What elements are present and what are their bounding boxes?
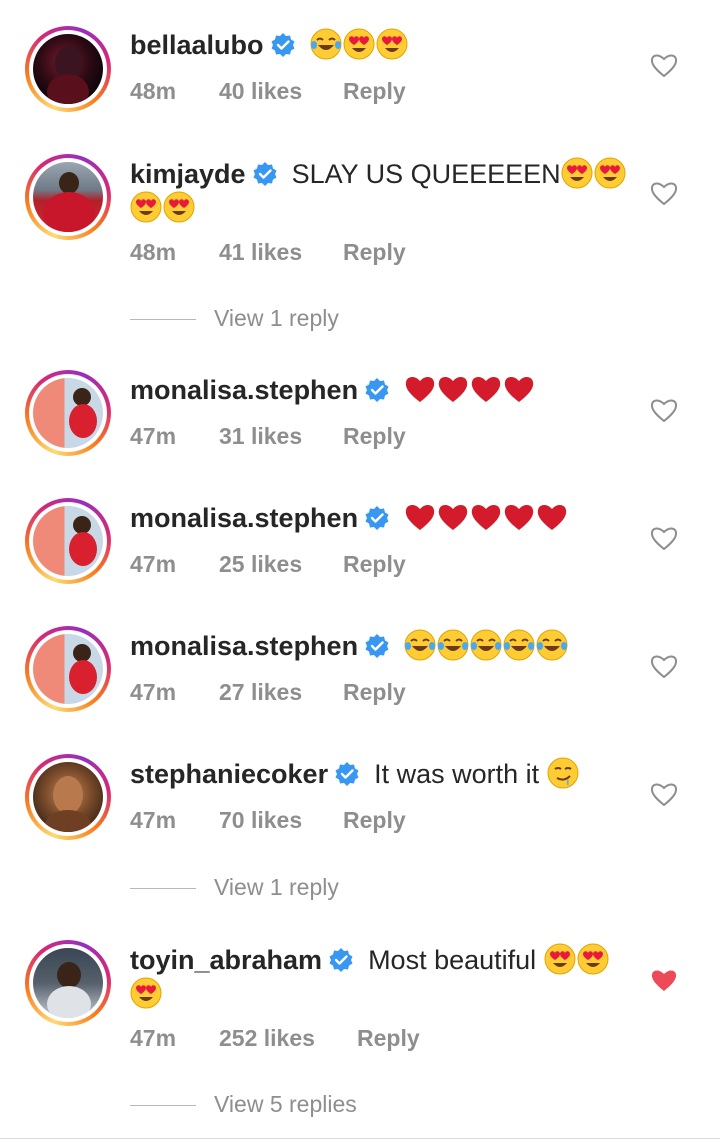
- like-heart-icon[interactable]: [650, 653, 678, 679]
- verified-badge-icon: [364, 505, 390, 531]
- tears-of-joy-emoji-icon: [470, 629, 503, 661]
- verified-badge-icon: [364, 633, 390, 659]
- verified-badge-icon: [334, 761, 360, 787]
- verified-badge-icon: [269, 32, 296, 58]
- red-heart-emoji-icon: [405, 504, 435, 530]
- comment-likes[interactable]: 25 likes: [219, 551, 302, 578]
- heart-eyes-emoji-icon: [577, 943, 609, 975]
- view-replies-label: View 5 replies: [214, 1091, 357, 1117]
- comment-text: SLAY US QUEEEEEN: [291, 159, 561, 189]
- avatar[interactable]: [25, 498, 111, 584]
- like-heart-icon[interactable]: [650, 397, 678, 423]
- divider: [130, 888, 196, 889]
- red-heart-emoji-icon: [405, 376, 435, 402]
- heart-eyes-emoji-icon: [594, 157, 626, 189]
- comment-username[interactable]: monalisa.stephen: [130, 631, 358, 661]
- comment-text: Most beautiful: [368, 945, 537, 975]
- tears-of-joy-emoji-icon: [437, 629, 470, 661]
- avatar[interactable]: [25, 370, 111, 456]
- reply-button[interactable]: Reply: [343, 78, 406, 105]
- comment-text: It was worth it: [374, 759, 540, 789]
- comment-time: 47m: [130, 551, 177, 577]
- comment-likes[interactable]: 40 likes: [219, 78, 302, 105]
- avatar[interactable]: [25, 940, 111, 1026]
- verified-badge-icon: [364, 377, 390, 403]
- tears-of-joy-emoji-icon: [404, 629, 437, 661]
- comment-time: 48m: [130, 78, 177, 104]
- comment-username[interactable]: monalisa.stephen: [130, 375, 358, 405]
- heart-eyes-emoji-icon: [130, 191, 162, 223]
- reply-button[interactable]: Reply: [343, 679, 406, 706]
- comment-time: 47m: [130, 423, 177, 449]
- view-replies-button[interactable]: View 1 reply: [130, 874, 530, 904]
- heart-eyes-emoji-icon: [343, 28, 375, 60]
- reply-button[interactable]: Reply: [357, 1025, 420, 1052]
- red-heart-emoji-icon: [438, 504, 468, 530]
- avatar[interactable]: [25, 626, 111, 712]
- tears-of-joy-emoji-icon: [309, 28, 342, 60]
- verified-badge-icon: [328, 947, 354, 973]
- view-replies-button[interactable]: View 1 reply: [130, 305, 530, 335]
- heart-eyes-emoji-icon: [544, 943, 576, 975]
- drooling-face-emoji-icon: [546, 757, 579, 789]
- view-replies-button[interactable]: View 5 replies: [130, 1091, 530, 1121]
- avatar[interactable]: [25, 754, 111, 840]
- tears-of-joy-emoji-icon: [503, 629, 536, 661]
- heart-eyes-emoji-icon: [376, 28, 408, 60]
- like-heart-icon[interactable]: [650, 781, 678, 807]
- avatar[interactable]: [25, 154, 111, 240]
- comment-time: 47m: [130, 1025, 177, 1051]
- comment-likes[interactable]: 252 likes: [219, 1025, 315, 1052]
- like-heart-icon[interactable]: [650, 525, 678, 551]
- divider: [130, 319, 196, 320]
- comment-likes[interactable]: 31 likes: [219, 423, 302, 450]
- like-heart-icon[interactable]: [650, 52, 678, 78]
- red-heart-emoji-icon: [537, 504, 567, 530]
- comment-likes[interactable]: 70 likes: [219, 807, 302, 834]
- like-heart-icon[interactable]: [650, 180, 678, 206]
- comment-username[interactable]: monalisa.stephen: [130, 503, 358, 533]
- liked-heart-icon[interactable]: [650, 967, 678, 993]
- verified-badge-icon: [251, 161, 278, 187]
- comment-time: 48m: [130, 239, 177, 265]
- red-heart-emoji-icon: [438, 376, 468, 402]
- reply-button[interactable]: Reply: [343, 551, 406, 578]
- comment-time: 47m: [130, 679, 177, 705]
- red-heart-emoji-icon: [471, 504, 501, 530]
- tears-of-joy-emoji-icon: [536, 629, 569, 661]
- reply-button[interactable]: Reply: [343, 239, 406, 266]
- avatar[interactable]: [25, 26, 111, 112]
- red-heart-emoji-icon: [471, 376, 501, 402]
- bottom-divider: [0, 1138, 720, 1139]
- red-heart-emoji-icon: [504, 376, 534, 402]
- red-heart-emoji-icon: [504, 504, 534, 530]
- view-replies-label: View 1 reply: [214, 305, 339, 331]
- comment-username[interactable]: toyin_abraham: [130, 945, 322, 975]
- comment-username[interactable]: kimjayde: [130, 159, 246, 189]
- comment-time: 47m: [130, 807, 177, 833]
- comment-likes[interactable]: 41 likes: [219, 239, 302, 266]
- heart-eyes-emoji-icon: [130, 977, 162, 1009]
- heart-eyes-emoji-icon: [561, 157, 593, 189]
- comment-username[interactable]: bellaalubo: [130, 30, 264, 60]
- comment-likes[interactable]: 27 likes: [219, 679, 302, 706]
- divider: [130, 1105, 196, 1106]
- comment-username[interactable]: stephaniecoker: [130, 759, 328, 789]
- reply-button[interactable]: Reply: [343, 423, 406, 450]
- reply-button[interactable]: Reply: [343, 807, 406, 834]
- view-replies-label: View 1 reply: [214, 874, 339, 900]
- heart-eyes-emoji-icon: [163, 191, 195, 223]
